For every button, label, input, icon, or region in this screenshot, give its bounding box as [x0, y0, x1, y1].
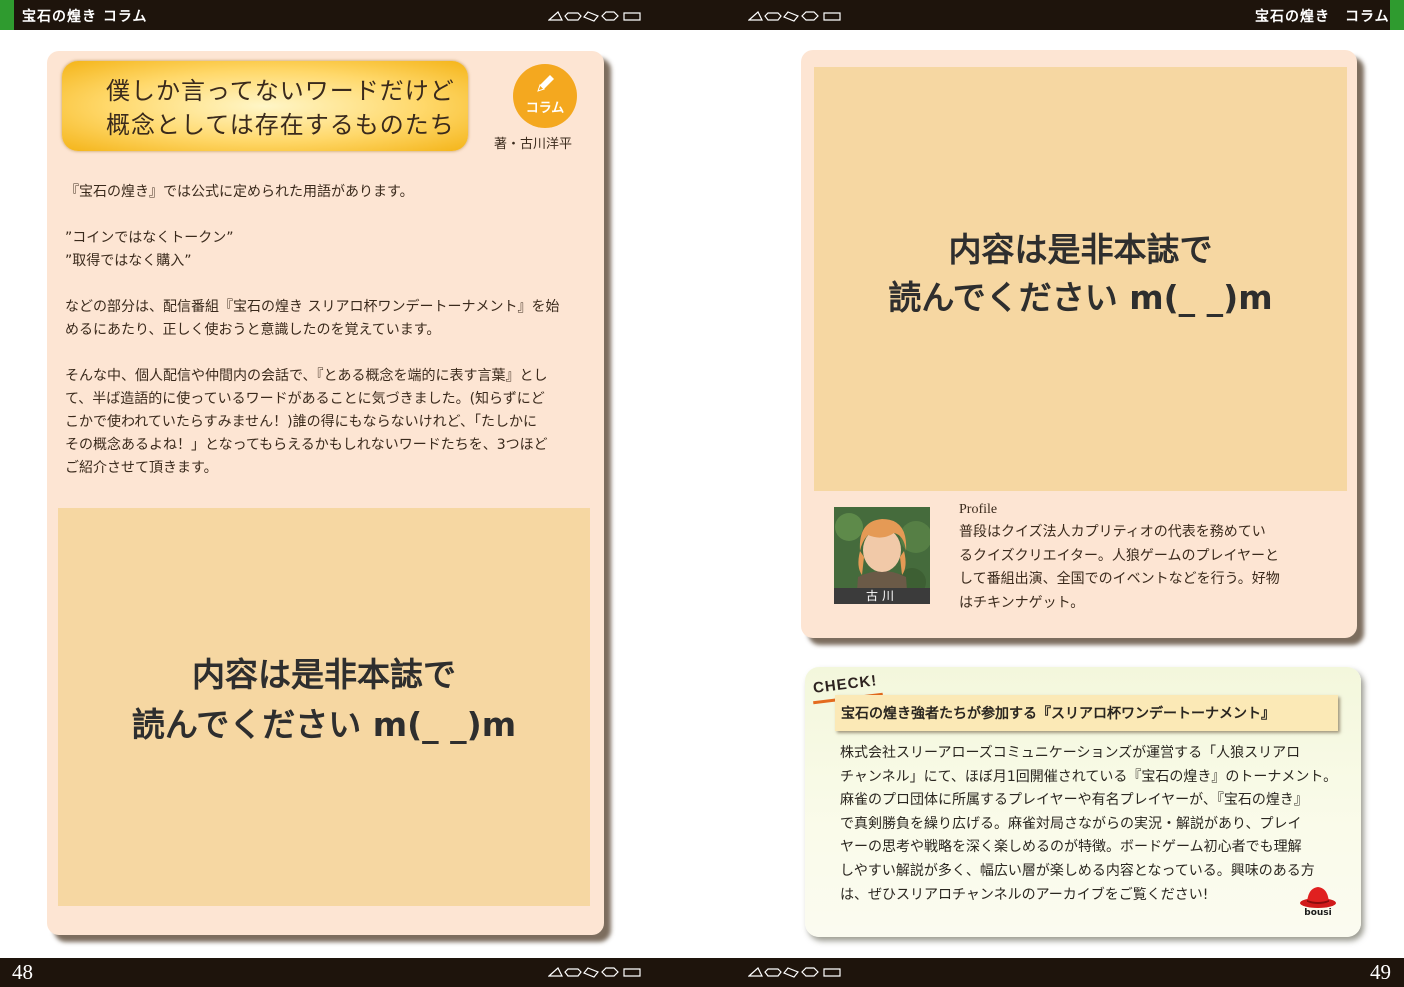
header-left-title: 宝石の煌き コラム	[22, 9, 148, 25]
profile-heading: Profile	[959, 502, 998, 517]
column-title-box: 僕しか言ってないワードだけど 概念としては存在するものたち	[62, 61, 468, 151]
check-title: 宝石の煌き強者たちが参加する『スリアロ杯ワンデートーナメント』	[841, 706, 1275, 722]
intro-line: ご紹介させて頂きます。	[65, 460, 218, 476]
placeholder-line-2: 読んでください m(_ _)m	[888, 278, 1273, 317]
red-hat-icon	[1300, 887, 1336, 908]
page-number-right: 49	[1370, 960, 1391, 984]
right-content-placeholder: 内容は是非本誌で 読んでください m(_ _)m	[814, 67, 1347, 491]
gem-icon-row	[548, 967, 641, 978]
profile-line: るクイズクリエイター。人狼ゲームのプレイヤーと	[959, 547, 1280, 564]
gem-icon-row	[748, 967, 841, 978]
check-line: で真剣勝負を繰り広げる。麻雀対局さながらの実況・解説があり、プレイ	[840, 815, 1302, 832]
placeholder-line-1: 内容は是非本誌で	[948, 230, 1213, 269]
check-body-text: 株式会社スリーアローズコミュニケーションズが運営する「人狼スリアロ チャンネル」…	[840, 742, 1340, 907]
gem-icons-right	[748, 10, 843, 22]
bousi-logo: bousi	[1298, 884, 1338, 922]
gem-icon-row	[548, 11, 641, 22]
check-line: チャンネル」にて、ほぼ月1回開催されている『宝石の煌き』のトーナメント。	[840, 768, 1338, 785]
page-number-left: 48	[12, 960, 33, 984]
intro-line: こかで使われていたらすみません！)誰の得にもならないけれど、「たしかに	[65, 414, 537, 430]
avatar-name-label: 古川	[834, 588, 930, 604]
check-line: 株式会社スリーアローズコミュニケーションズが運営する「人狼スリアロ	[840, 745, 1301, 761]
profile-line: 普段はクイズ法人カプリティオの代表を務めてい	[959, 524, 1266, 540]
pencil-icon	[537, 75, 554, 92]
gem-icons-footer-left	[548, 966, 643, 978]
placeholder-line-1: 内容は是非本誌で	[192, 655, 456, 694]
profile-line: して番組出演、全国でのイベントなどを行う。好物	[959, 571, 1280, 587]
column-badge-label: コラム	[525, 101, 565, 116]
header-right-title: 宝石の煌き コラム	[1255, 9, 1390, 25]
intro-line: めるにあたり、正しく使おうと意識したのを覚えています。	[65, 322, 441, 338]
gem-icons	[548, 10, 643, 22]
placeholder-line-2: 読んでください m(_ _)m	[131, 705, 517, 744]
profile-line: はチキンナゲット。	[959, 594, 1085, 611]
bottom-footer-bar	[0, 958, 1404, 987]
column-intro-text: 『宝石の煌き』では公式に定められた用語があります。 ”コインではなくトークン” …	[65, 181, 590, 480]
bousi-logo-text: bousi	[1304, 908, 1332, 918]
intro-line	[65, 342, 590, 365]
intro-line: 『宝石の煌き』では公式に定められた用語があります。	[65, 184, 414, 200]
profile-text: 普段はクイズ法人カプリティオの代表を務めてい るクイズクリエイター。人狼ゲームの…	[959, 521, 1319, 615]
check-line: 麻雀のプロ団体に所属するプレイヤーや有名プレイヤーが、『宝石の煌き』	[840, 792, 1308, 809]
column-title-line-2: 概念としては存在するものたち	[106, 111, 455, 139]
left-content-placeholder: 内容は是非本誌で 読んでください m(_ _)m	[58, 508, 590, 906]
right-green-tab	[1390, 0, 1404, 30]
intro-line: ”取得ではなく購入”	[65, 253, 192, 269]
intro-line	[65, 204, 590, 227]
intro-line: などの部分は、配信番組『宝石の煌き スリアロ杯ワンデートーナメント』を始	[65, 299, 560, 315]
check-title-box: 宝石の煌き強者たちが参加する『スリアロ杯ワンデートーナメント』	[835, 695, 1338, 731]
intro-line: て、半ば造語的に使っているワードがあることに気づきました。(知らずにど	[65, 391, 545, 407]
intro-line: その概念あるよね！」となってもらえるかもしれないワードたちを、3つほど	[65, 437, 548, 453]
author-avatar: 古川	[834, 507, 930, 604]
gem-icon-row	[748, 11, 841, 22]
intro-line	[65, 273, 590, 296]
check-line: しやすい解説が多く、幅広い層が楽しめる内容となっている。興味のある方	[840, 862, 1315, 879]
column-title-line-1: 僕しか言ってないワードだけど	[106, 77, 455, 105]
gem-icons-footer-right	[748, 966, 843, 978]
check-line: ヤーの思考や戦略を深く楽しめるのが特徴。ボードゲーム初心者でも理解	[840, 839, 1302, 856]
intro-line: そんな中、個人配信や仲間内の会話で、『とある概念を端的に表す言葉』とし	[65, 368, 548, 384]
author-credit: 著・古川洋平	[494, 137, 573, 152]
check-line: は、ぜひスリアロチャンネルのアーカイブをご覧ください!	[840, 886, 1209, 903]
intro-line: ”コインではなくトークン”	[65, 230, 234, 246]
left-green-tab	[0, 0, 14, 30]
column-badge: コラム	[513, 64, 577, 128]
top-header-bar	[0, 0, 1404, 30]
